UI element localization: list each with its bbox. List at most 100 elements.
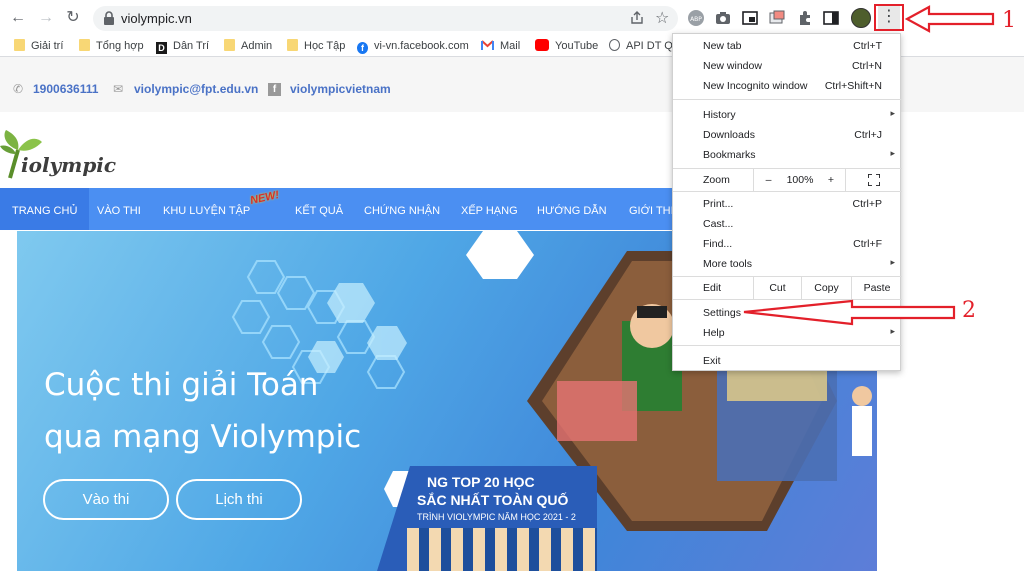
nav-khu-luyen-tap[interactable]: KHU LUYỆN TẬP <box>163 188 250 230</box>
fullscreen-button[interactable] <box>845 169 902 191</box>
nav-chung-nhan[interactable]: CHỨNG NHẬN <box>364 188 440 230</box>
back-icon[interactable]: ← <box>8 8 28 28</box>
fullscreen-icon <box>867 173 881 187</box>
menu-new-window[interactable]: New window Ctrl+N <box>673 56 902 76</box>
phone-icon: ✆ <box>13 82 24 96</box>
reload-icon[interactable]: ↻ <box>63 8 83 28</box>
nav-xep-hang[interactable]: XẾP HẠNG <box>461 188 518 230</box>
forward-icon[interactable]: → <box>36 8 56 28</box>
menu-more-tools[interactable]: More tools ▸ <box>673 254 902 274</box>
chevron-right-icon: ▸ <box>890 108 895 118</box>
menu-shortcut: Ctrl+J <box>854 129 882 141</box>
vao-thi-button[interactable]: Vào thi <box>43 479 169 520</box>
picture-in-picture-icon[interactable] <box>741 9 759 27</box>
students-group-photo <box>407 528 597 571</box>
browser-toolbar: ← → ↻ violympic.vn ☆ ABP ⋮ <box>0 0 1024 36</box>
menu-cast[interactable]: Cast... <box>673 214 902 234</box>
bookmark-facebook[interactable]: f vi-vn.facebook.com <box>357 39 469 54</box>
bookmark-admin[interactable]: Admin <box>224 39 272 54</box>
adblock-extension-icon[interactable]: ABP <box>687 9 705 27</box>
nav-ket-qua[interactable]: KẾT QUẢ <box>295 188 343 230</box>
address-bar[interactable]: violympic.vn ☆ <box>93 6 678 31</box>
headline-line-2: qua mạng Violympic <box>44 419 362 455</box>
screen-capture-extension-icon[interactable] <box>768 9 786 27</box>
bookmark-label: Mail <box>500 40 521 52</box>
menu-divider <box>673 99 902 100</box>
menu-exit[interactable]: Exit <box>673 351 902 371</box>
folder-icon <box>79 39 90 51</box>
menu-label: New Incognito window <box>703 80 808 92</box>
phone-number[interactable]: 1900636111 <box>33 82 98 96</box>
step2-arrow <box>743 299 956 326</box>
banner-text-panel: NG TOP 20 HỌC SẮC NHẤT TOÀN QUỐ TRÌNH VI… <box>377 466 597 571</box>
bookmark-mail[interactable]: Mail <box>481 39 520 54</box>
email-link[interactable]: violympic@fpt.edu.vn <box>134 82 258 96</box>
nav-vao-thi[interactable]: VÀO THI <box>97 188 141 230</box>
step2-label: 2 <box>962 298 976 323</box>
zoom-level: 100% <box>786 174 814 186</box>
nav-gioi-thieu[interactable]: GIỚI THI <box>629 188 674 230</box>
logo-text: iolympic <box>21 153 117 177</box>
main-navbar: TRANG CHỦ VÀO THI KHU LUYỆN TẬP KẾT QUẢ … <box>0 188 690 230</box>
lich-thi-button[interactable]: Lịch thi <box>176 479 302 520</box>
menu-downloads[interactable]: Downloads Ctrl+J <box>673 125 902 145</box>
bookmark-youtube[interactable]: YouTube <box>535 39 598 54</box>
menu-label: Exit <box>703 355 721 367</box>
banner-caption-3: TRÌNH VIOLYMPIC NĂM HỌC 2021 - 2 <box>417 512 576 522</box>
svg-text:ABP: ABP <box>690 16 702 23</box>
extensions-puzzle-icon[interactable] <box>796 9 814 27</box>
menu-label: Downloads <box>703 129 755 141</box>
bookmark-label: YouTube <box>555 40 599 52</box>
profile-avatar[interactable] <box>851 8 871 28</box>
menu-zoom-row: Zoom – 100% + <box>673 169 902 191</box>
zoom-label: Zoom <box>703 174 730 186</box>
menu-label: Print... <box>703 198 734 210</box>
bookmark-label: vi-vn.facebook.com <box>374 40 469 52</box>
share-icon[interactable] <box>629 10 645 26</box>
menu-bookmarks[interactable]: Bookmarks ▸ <box>673 145 902 165</box>
folder-icon <box>287 39 298 51</box>
edit-label: Edit <box>703 282 722 294</box>
dantri-icon: D <box>156 42 167 54</box>
paste-button[interactable]: Paste <box>851 277 902 299</box>
youtube-icon <box>535 39 549 51</box>
bookmark-hoc-tap[interactable]: Học Tập <box>287 39 345 54</box>
camera-extension-icon[interactable] <box>714 9 732 27</box>
violympic-logo[interactable]: iolympic <box>0 128 116 184</box>
lock-icon[interactable] <box>103 11 115 25</box>
side-panel-icon[interactable] <box>822 9 840 27</box>
cut-button[interactable]: Cut <box>753 277 801 299</box>
zoom-out-button[interactable]: – <box>753 169 783 191</box>
menu-shortcut: Ctrl+T <box>853 40 882 52</box>
menu-label: Settings <box>703 307 741 319</box>
menu-label: Bookmarks <box>703 149 756 161</box>
menu-edit-row: Edit Cut Copy Paste <box>673 277 902 299</box>
menu-new-incognito[interactable]: New Incognito window Ctrl+Shift+N <box>673 76 902 96</box>
gmail-icon <box>481 40 494 52</box>
bookmark-tong-hop[interactable]: Tổng hợp <box>79 39 144 54</box>
url-text[interactable]: violympic.vn <box>121 11 192 26</box>
facebook-link[interactable]: violympicvietnam <box>290 82 391 96</box>
menu-new-tab[interactable]: New tab Ctrl+T <box>673 36 902 56</box>
bookmark-api[interactable]: API DT Qu <box>609 39 679 54</box>
bookmark-dan-tri[interactable]: D Dân Trí <box>156 39 209 54</box>
nav-trang-chu[interactable]: TRANG CHỦ <box>0 188 90 230</box>
nav-huong-dan[interactable]: HƯỚNG DẪN <box>537 188 607 230</box>
menu-print[interactable]: Print... Ctrl+P <box>673 194 902 214</box>
bookmark-label: Học Tập <box>304 40 346 52</box>
bookmark-label: Tổng hợp <box>96 40 144 52</box>
bookmark-star-icon[interactable]: ☆ <box>655 8 669 28</box>
bookmark-giai-tri[interactable]: Giải trí <box>14 39 63 54</box>
menu-shortcut: Ctrl+F <box>853 238 882 250</box>
step1-arrow <box>905 5 995 33</box>
chevron-right-icon: ▸ <box>890 148 895 158</box>
menu-find[interactable]: Find... Ctrl+F <box>673 234 902 254</box>
copy-button[interactable]: Copy <box>801 277 851 299</box>
menu-label: More tools <box>703 258 753 270</box>
folder-icon <box>224 39 235 51</box>
bookmark-label: Giải trí <box>31 40 64 52</box>
menu-label: Help <box>703 327 725 339</box>
facebook-icon: f <box>268 83 281 96</box>
menu-history[interactable]: History ▸ <box>673 105 902 125</box>
zoom-in-button[interactable]: + <box>817 169 845 191</box>
